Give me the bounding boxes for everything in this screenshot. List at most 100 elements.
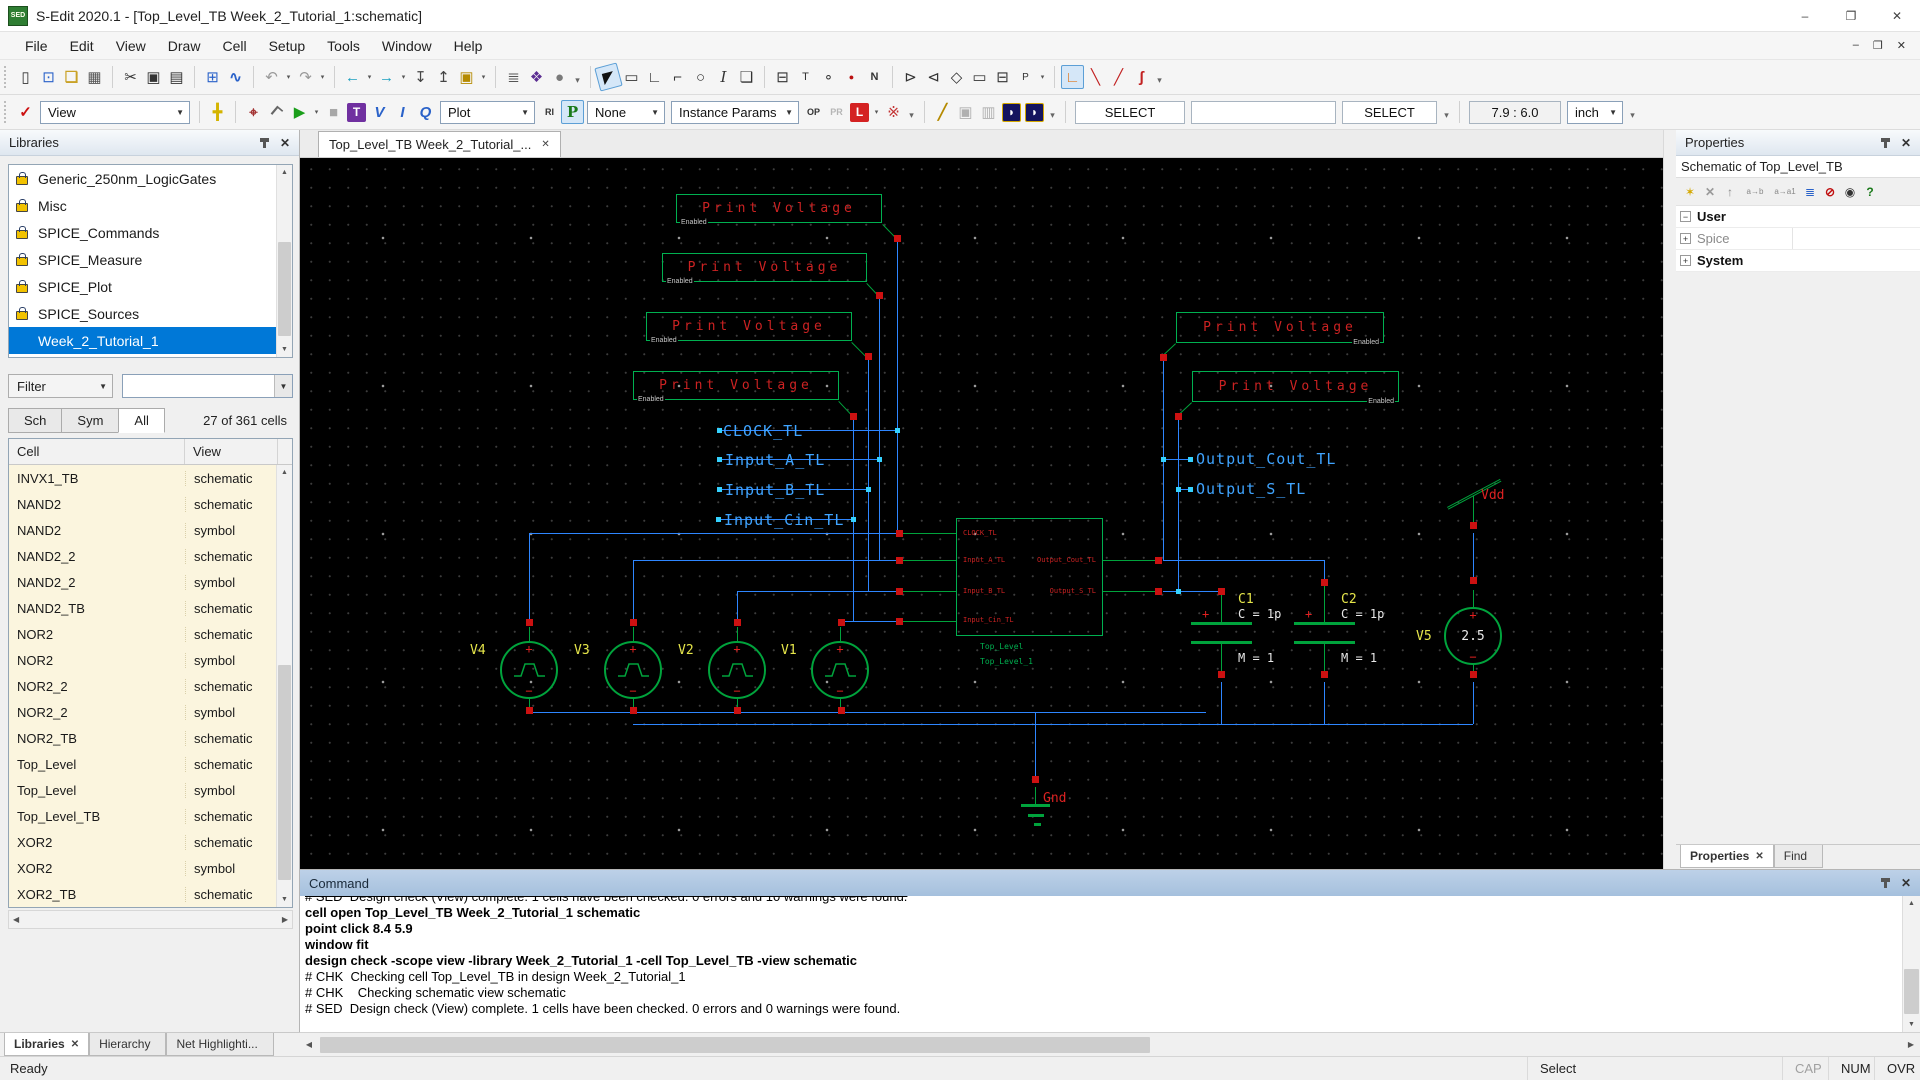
- cell-name[interactable]: NOR2_2: [9, 679, 185, 694]
- expand-icon[interactable]: +: [1680, 255, 1691, 266]
- menu-item[interactable]: View: [105, 32, 157, 60]
- print-voltage-instance[interactable]: Print VoltageEnabled: [1192, 371, 1399, 402]
- dropdown-icon[interactable]: ▾: [871, 100, 882, 124]
- table-row[interactable]: Top_Level schematic: [9, 751, 292, 777]
- cell-view[interactable]: symbol: [185, 861, 277, 876]
- mdi-minimize-icon[interactable]: –: [1853, 39, 1859, 52]
- print-voltage-instance[interactable]: Print VoltageEnabled: [1176, 312, 1384, 343]
- close-button[interactable]: ✕: [1874, 0, 1920, 32]
- out-port-icon[interactable]: ⊲: [922, 65, 945, 89]
- view-combo[interactable]: View ▼: [40, 101, 190, 124]
- save-all-icon[interactable]: ▦: [83, 65, 106, 89]
- menu-item[interactable]: Draw: [157, 32, 212, 60]
- probe-plot2-icon[interactable]: ◗: [1025, 103, 1044, 122]
- panel-tab[interactable]: Find: [1774, 845, 1823, 868]
- unit-combo[interactable]: inch ▼: [1567, 101, 1623, 124]
- cell-table-scrollbar[interactable]: ▲ ▼: [276, 465, 292, 907]
- pr-results-icon[interactable]: PR: [825, 100, 848, 124]
- check-design-icon[interactable]: ✓: [14, 100, 37, 124]
- cell-name[interactable]: XOR2: [9, 861, 185, 876]
- delete-property-icon[interactable]: ✕: [1700, 182, 1720, 202]
- highlight-net-icon[interactable]: ※: [882, 100, 905, 124]
- source-label-v4[interactable]: V4: [470, 643, 486, 658]
- probe-current-icon[interactable]: I: [391, 100, 414, 124]
- top-level-instance[interactable]: CLOCK_TL Input_A_TL Input_B_TL Input_Cin…: [956, 518, 1103, 636]
- panel-tab[interactable]: Hierarchy: [89, 1033, 166, 1056]
- schematic-view-icon[interactable]: ⊞: [201, 65, 224, 89]
- command-log[interactable]: # SED Design check (View) complete. 1 ce…: [300, 896, 1902, 1032]
- print-icon[interactable]: ≣: [502, 65, 525, 89]
- column-header-view[interactable]: View: [185, 439, 278, 464]
- collapse-icon[interactable]: −: [1680, 211, 1691, 222]
- path-tool-icon[interactable]: ∟: [643, 65, 666, 89]
- library-item[interactable]: Week_2_Tutorial_1: [9, 327, 292, 354]
- select-tool-icon[interactable]: ◤: [594, 62, 622, 91]
- menu-item[interactable]: Cell: [211, 32, 257, 60]
- ri-probe-icon[interactable]: RI: [538, 100, 561, 124]
- plot-combo[interactable]: Plot ▼: [440, 101, 535, 124]
- none-combo[interactable]: None ▼: [587, 101, 665, 124]
- chevron-down-icon[interactable]: ▼: [94, 382, 112, 391]
- selection-filter-box[interactable]: [1191, 101, 1336, 124]
- array-tool-icon[interactable]: ⊟: [771, 65, 794, 89]
- cell-view[interactable]: symbol: [185, 653, 277, 668]
- cell-view[interactable]: symbol: [185, 523, 277, 538]
- cell-view[interactable]: schematic: [185, 679, 277, 694]
- print-voltage-instance[interactable]: Print VoltageEnabled: [646, 312, 852, 341]
- menu-item[interactable]: Setup: [258, 32, 317, 60]
- library-item[interactable]: SPICE_Sources: [9, 300, 292, 327]
- net-label-clock[interactable]: CLOCK_TL: [723, 422, 803, 440]
- cell-name[interactable]: XOR2: [9, 835, 185, 850]
- menu-item[interactable]: Help: [443, 32, 494, 60]
- inout-port-icon[interactable]: ◇: [945, 65, 968, 89]
- cell-name[interactable]: NOR2: [9, 653, 185, 668]
- scroll-right-icon[interactable]: ▶: [1902, 1036, 1920, 1054]
- evaluate-icon[interactable]: ≣: [1800, 182, 1820, 202]
- other-port-icon[interactable]: ▭: [968, 65, 991, 89]
- table-row[interactable]: INVX1_TB schematic: [9, 465, 292, 491]
- table-row[interactable]: NAND2_TB schematic: [9, 595, 292, 621]
- chevron-down-icon[interactable]: ▼: [1604, 108, 1622, 117]
- paste-icon[interactable]: ▤: [165, 65, 188, 89]
- in-port-icon[interactable]: ⊳: [899, 65, 922, 89]
- cap-label-c2[interactable]: C2: [1341, 592, 1357, 607]
- cell-name[interactable]: Top_Level: [9, 783, 185, 798]
- filter-tab[interactable]: Sch: [8, 408, 61, 433]
- scrollbar-thumb[interactable]: [278, 665, 291, 879]
- symbol-pin-icon[interactable]: T: [794, 65, 817, 89]
- vdd-label[interactable]: Vdd: [1481, 488, 1504, 503]
- probe-charge-icon[interactable]: Q: [414, 100, 437, 124]
- overflow-icon[interactable]: ▾: [1046, 100, 1059, 124]
- restore-button[interactable]: ❐: [1828, 0, 1874, 32]
- print-voltage-instance[interactable]: Print VoltageEnabled: [633, 371, 839, 400]
- table-row[interactable]: NAND2_2 schematic: [9, 543, 292, 569]
- scroll-down-icon[interactable]: ▼: [277, 892, 292, 907]
- table-row[interactable]: Top_Level_TB schematic: [9, 803, 292, 829]
- table-row[interactable]: NOR2_TB schematic: [9, 725, 292, 751]
- gnd-label[interactable]: Gnd: [1043, 791, 1066, 806]
- menu-item[interactable]: Window: [371, 32, 443, 60]
- pin-icon[interactable]: [263, 138, 266, 148]
- cell-name[interactable]: NAND2: [9, 497, 185, 512]
- mdi-restore-icon[interactable]: ❐: [1873, 39, 1883, 52]
- panel-tab[interactable]: Libraries ✕: [4, 1033, 89, 1056]
- cell-view[interactable]: schematic: [185, 757, 277, 772]
- overflow-icon[interactable]: ▾: [1440, 100, 1453, 124]
- cell-view[interactable]: schematic: [185, 809, 277, 824]
- panel-tab[interactable]: Net Highlighti...: [166, 1033, 273, 1056]
- cell-name[interactable]: NOR2_2: [9, 705, 185, 720]
- solder-dot-icon[interactable]: ●: [840, 65, 863, 89]
- cell-name[interactable]: NAND2_TB: [9, 601, 185, 616]
- document-tab[interactable]: Top_Level_TB Week_2_Tutorial_... ✕: [318, 131, 561, 157]
- close-icon[interactable]: ✕: [1755, 851, 1763, 862]
- cell-name[interactable]: NAND2_2: [9, 549, 185, 564]
- text-tool-icon[interactable]: I: [712, 65, 735, 89]
- scroll-right-icon[interactable]: ▶: [282, 915, 288, 924]
- stop-simulation-icon[interactable]: ■: [322, 100, 345, 124]
- scrollbar-thumb[interactable]: [320, 1037, 1150, 1053]
- expand-icon[interactable]: +: [1680, 233, 1691, 244]
- source-label-v1[interactable]: V1: [781, 643, 797, 658]
- pin-icon[interactable]: [1884, 878, 1887, 888]
- copy-icon[interactable]: ▣: [142, 65, 165, 89]
- table-row[interactable]: NAND2 symbol: [9, 517, 292, 543]
